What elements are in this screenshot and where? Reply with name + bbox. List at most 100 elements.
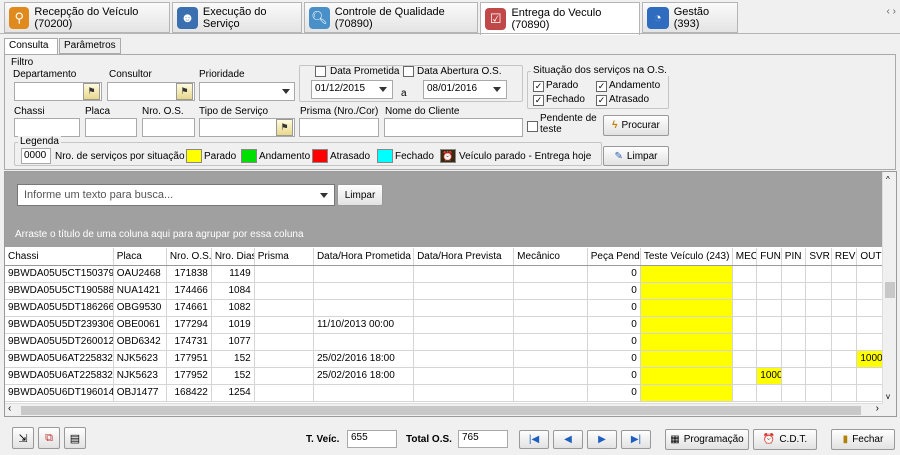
tab-controle-qualidade[interactable]: 🔍︎ Controle de Qualidade (70890) (304, 2, 478, 33)
column-header[interactable]: PIN (781, 248, 807, 266)
export-icon[interactable]: ⇲ (12, 427, 34, 449)
prioridade-select[interactable] (199, 82, 295, 101)
column-header[interactable]: Peça Pend. (587, 248, 641, 266)
table-cell: OBD6342 (113, 333, 167, 351)
last-page-icon: ▶| (630, 434, 642, 445)
vertical-scroll-thumb[interactable] (885, 282, 895, 298)
grid-clear-button[interactable]: Limpar (337, 184, 383, 206)
chevron-right-icon[interactable]: › (876, 403, 879, 414)
table-cell: 0 (587, 316, 641, 334)
table-row[interactable]: 9BWDA05U5DT186266 OBG9530 174661 1082 0 (5, 299, 883, 317)
column-header[interactable]: Chassi (5, 248, 114, 266)
nome-cliente-input[interactable] (384, 118, 523, 137)
chevron-up-icon[interactable]: ^ (886, 175, 890, 184)
atrasado-checkbox[interactable]: ✓ (596, 95, 607, 106)
chevron-down-icon[interactable] (379, 87, 387, 92)
table-cell (831, 350, 858, 368)
limpar-filter-button[interactable]: ✎ Limpar (603, 146, 669, 166)
table-row[interactable]: 9BWDA05U5DT260012 OBD6342 174731 1077 0 (5, 333, 883, 351)
table-cell (781, 384, 807, 402)
table-row[interactable]: 9BWDA05U5CT150379 OAU2468 171838 1149 0 (5, 265, 883, 283)
table-body: 9BWDA05U5CT150379 OAU2468 171838 1149 0 9BWDA… (5, 265, 883, 402)
next-page-button[interactable]: ▶ (587, 430, 617, 449)
andamento-checkbox[interactable]: ✓ (596, 81, 607, 92)
table-row[interactable]: 9BWDA05U6AT225832 NJK5623 177951 152 25/02/2… (5, 350, 883, 368)
filter-title: Filtro (11, 57, 34, 68)
horizontal-scroll-thumb[interactable] (21, 406, 861, 415)
column-header[interactable]: MEC (732, 248, 758, 266)
fechar-button[interactable]: ▮ Fechar (831, 429, 895, 450)
column-header[interactable]: Placa (113, 248, 167, 266)
date-from-input[interactable]: 01/12/2015 (311, 80, 393, 99)
lookup-icon[interactable]: ⚑ (83, 83, 100, 100)
table-cell (831, 299, 858, 317)
table-row[interactable]: 9BWDA05U6AT225832 NJK5623 177952 152 25/02/2… (5, 367, 883, 385)
column-header[interactable]: Data/Hora Prometida (313, 248, 415, 266)
legend-title: Legenda (18, 136, 61, 147)
programacao-button[interactable]: ▦ Programação (665, 429, 749, 450)
tab-entrega[interactable]: ☑ Entrega do Veculo (70890) (480, 2, 640, 35)
alarm-clock-icon: ⏰ (762, 434, 776, 445)
table-cell (413, 333, 515, 351)
tab-gestao[interactable]: ◔ Gestão (393) (642, 2, 738, 33)
table-cell (805, 282, 832, 300)
pendente-checkbox[interactable] (527, 121, 538, 132)
lookup-icon[interactable]: ⚑ (276, 119, 293, 136)
alarm-clock-icon: ⏰ (440, 149, 456, 163)
vertical-scrollbar[interactable]: ^ v (882, 172, 896, 416)
cdt-button[interactable]: ⏰ C.D.T. (753, 429, 817, 450)
grid-search-input[interactable]: Informe um texto para busca... (17, 184, 335, 206)
column-header[interactable]: SVR (805, 248, 832, 266)
first-page-button[interactable]: |◀ (519, 430, 549, 449)
tab-parametros[interactable]: Parâmetros (59, 38, 121, 54)
date-to-input[interactable]: 08/01/2016 (423, 80, 507, 99)
column-header[interactable]: Nro. Dias (211, 248, 255, 266)
table-row[interactable]: 9BWDA05U5CT190588 NUA1421 174466 1084 0 (5, 282, 883, 300)
data-prometida-checkbox[interactable] (315, 66, 326, 77)
chevron-down-icon[interactable] (320, 193, 328, 198)
table-cell (856, 333, 883, 351)
chevron-down-icon[interactable]: v (886, 392, 890, 401)
table-cell (805, 265, 832, 283)
tipo-servico-input[interactable]: ⚑ (199, 118, 295, 137)
chevron-down-icon[interactable] (493, 87, 501, 92)
table-row[interactable]: 9BWDA05U5DT239306 OBE0061 177294 1019 11/10/… (5, 316, 883, 334)
column-header[interactable]: Teste Veículo (243) (640, 248, 733, 266)
tab-execucao[interactable]: ☻ Execução do Serviço (172, 2, 302, 33)
column-header[interactable]: Prisma (254, 248, 314, 266)
lookup-icon[interactable]: ⚑ (176, 83, 193, 100)
chassi-input[interactable] (14, 118, 80, 137)
data-abertura-checkbox[interactable] (403, 66, 414, 77)
fechado-checkbox[interactable]: ✓ (533, 95, 544, 106)
table-row[interactable]: 9BWDA05U6DT196014 OBJ1477 168422 1254 0 (5, 384, 883, 402)
prisma-input[interactable] (299, 118, 379, 137)
table-cell: 1149 (211, 265, 255, 283)
table-cell (805, 350, 832, 368)
column-header[interactable]: OUT (856, 248, 883, 266)
procurar-button[interactable]: ϟ Procurar (603, 115, 669, 136)
column-header[interactable]: FUN (756, 248, 782, 266)
parado-checkbox[interactable]: ✓ (533, 81, 544, 92)
table-cell (254, 350, 314, 368)
copy-icon[interactable]: ⧉ (38, 427, 60, 449)
column-header[interactable]: Mecânico (513, 248, 588, 266)
table-cell: 177294 (166, 316, 212, 334)
column-header[interactable]: Data/Hora Prevista (413, 248, 515, 266)
table-cell (756, 350, 782, 368)
document-icon[interactable]: ▤ (64, 427, 86, 449)
prev-page-button[interactable]: ◀ (553, 430, 583, 449)
placa-input[interactable] (85, 118, 137, 137)
last-page-button[interactable]: ▶| (621, 430, 651, 449)
horizontal-scrollbar[interactable]: ‹ › (5, 403, 883, 416)
tab-consulta[interactable]: Consulta (4, 38, 58, 55)
consultor-input[interactable]: ⚑ (107, 82, 195, 101)
tab-recepcao[interactable]: ⚲ Recepção do Veículo (70200) (4, 2, 170, 33)
departamento-input[interactable]: ⚑ (14, 82, 102, 101)
table-cell (781, 299, 807, 317)
tab-scroll-arrows[interactable]: ‹ › (887, 6, 896, 17)
column-header[interactable]: REV (831, 248, 858, 266)
column-header[interactable]: Nro. O.S. (166, 248, 212, 266)
nro-os-input[interactable] (142, 118, 195, 137)
table-cell: OBJ1477 (113, 384, 167, 402)
chevron-left-icon[interactable]: ‹ (8, 403, 11, 414)
